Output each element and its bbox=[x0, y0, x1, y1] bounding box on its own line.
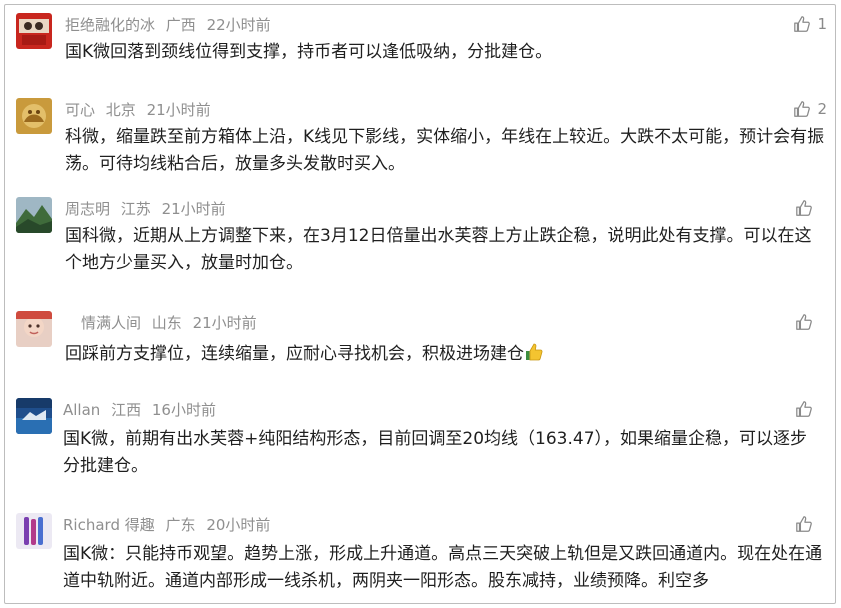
comment-text: 国科微，近期从上方调整下来，在3月12日倍量出水芙蓉上方止跌企稳，说明此处有支撑… bbox=[65, 226, 812, 273]
user-location: 江西 bbox=[111, 401, 142, 419]
comment-meta: Richard 得趣 广东 20小时前 bbox=[63, 514, 276, 536]
thumbs-up-icon bbox=[796, 401, 812, 417]
like-count: 1 bbox=[817, 15, 827, 33]
user-avatar[interactable] bbox=[16, 98, 52, 134]
post-time: 21小时前 bbox=[192, 314, 257, 332]
like-button[interactable]: 1 bbox=[793, 15, 827, 33]
thumbs-up-icon bbox=[796, 314, 812, 330]
user-avatar[interactable] bbox=[16, 13, 52, 49]
post-time: 21小时前 bbox=[161, 200, 226, 218]
post-time: 22小时前 bbox=[206, 16, 271, 34]
user-location: 北京 bbox=[105, 101, 136, 119]
thumbs-up-icon bbox=[796, 200, 812, 216]
username[interactable]: 情满人间 bbox=[81, 314, 141, 332]
post-time: 16小时前 bbox=[151, 401, 216, 419]
like-button[interactable] bbox=[795, 515, 827, 533]
thumbs-up-icon bbox=[796, 516, 812, 532]
like-button[interactable] bbox=[795, 400, 827, 418]
comment-list: 拒绝融化的冰 广西 22小时前 1 国K微回落到颈线位得到支撑，持币者可以逢低吸… bbox=[4, 4, 836, 604]
user-location: 江苏 bbox=[120, 200, 151, 218]
user-avatar[interactable] bbox=[16, 197, 52, 233]
like-button[interactable] bbox=[795, 313, 827, 331]
username[interactable]: Richard 得趣 bbox=[63, 516, 155, 534]
username[interactable]: 拒绝融化的冰 bbox=[65, 16, 155, 34]
post-time: 20小时前 bbox=[206, 516, 271, 534]
comment-meta: 拒绝融化的冰 广西 22小时前 bbox=[65, 14, 277, 36]
like-button[interactable]: 2 bbox=[793, 100, 827, 118]
comment-text: 国K微回落到颈线位得到支撑，持币者可以逢低吸纳，分批建仓。 bbox=[65, 42, 553, 62]
username[interactable]: Allan bbox=[63, 401, 100, 419]
comment-text: 国K微：只能持币观望。趋势上涨，形成上升通道。高点三天突破上轨但是又跌回通道内。… bbox=[63, 544, 823, 591]
user-avatar[interactable] bbox=[16, 311, 52, 347]
comment-text: 科微，缩量跌至前方箱体上沿，K线见下影线，实体缩小，年线在上较近。大跌不太可能，… bbox=[65, 127, 825, 174]
user-location: 广西 bbox=[165, 16, 196, 34]
like-count: 2 bbox=[817, 100, 827, 118]
user-avatar[interactable] bbox=[16, 513, 52, 549]
thumbs-up-emoji bbox=[524, 342, 544, 371]
thumbs-up-icon bbox=[794, 16, 811, 32]
comment-meta: 周志明 江苏 21小时前 bbox=[65, 198, 232, 220]
comment-meta: 情满人间 山东 21小时前 bbox=[81, 312, 263, 334]
thumbs-up-icon bbox=[794, 101, 811, 117]
username[interactable]: 可心 bbox=[65, 101, 95, 119]
user-location: 山东 bbox=[151, 314, 182, 332]
user-location: 广东 bbox=[165, 516, 196, 534]
comment-text: 国K微，前期有出水芙蓉+纯阳结构形态，目前回调至20均线（163.47），如果缩… bbox=[63, 429, 808, 476]
comment-text: 回踩前方支撑位，连续缩量，应耐心寻找机会，积极进场建仓 bbox=[65, 341, 825, 371]
comment-meta: Allan 江西 16小时前 bbox=[63, 399, 222, 421]
comment-meta: 可心 北京 21小时前 bbox=[65, 99, 217, 121]
like-button[interactable] bbox=[795, 199, 827, 217]
user-avatar[interactable] bbox=[16, 398, 52, 434]
comment-text-content: 回踩前方支撑位，连续缩量，应耐心寻找机会，积极进场建仓 bbox=[65, 344, 524, 364]
post-time: 21小时前 bbox=[146, 101, 211, 119]
username[interactable]: 周志明 bbox=[65, 200, 110, 218]
